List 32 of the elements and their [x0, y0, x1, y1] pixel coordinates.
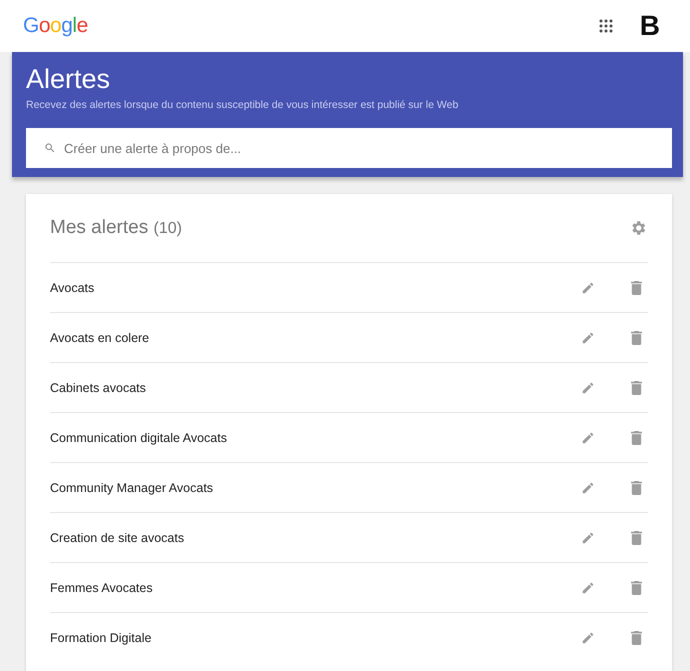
trash-icon[interactable] [631, 580, 642, 594]
alert-name[interactable]: Communication digitale Avocats [50, 430, 545, 444]
edit-pencil-icon[interactable] [581, 580, 595, 594]
trash-icon[interactable] [631, 330, 642, 344]
section-title: Mes alertes [50, 217, 148, 238]
account-avatar[interactable]: B [640, 12, 660, 40]
google-logo[interactable]: Google [23, 14, 88, 38]
edit-pencil-icon[interactable] [581, 430, 595, 444]
page-subtitle: Recevez des alertes lorsque du contenu susceptible de vous intéresser est publié sur le Web [26, 99, 460, 111]
edit-pencil-icon[interactable] [581, 480, 595, 494]
alert-name[interactable]: Cabinets avocats [50, 380, 545, 394]
search-field[interactable]: Créer une alerte à propos de... [26, 128, 672, 168]
apps-grid-icon[interactable] [598, 19, 613, 33]
alert-name[interactable]: Formation Digitale [50, 630, 545, 644]
trash-icon[interactable] [631, 430, 642, 444]
page-title: Alertes [26, 63, 112, 95]
edit-pencil-icon[interactable] [581, 530, 595, 544]
edit-pencil-icon[interactable] [581, 380, 595, 394]
alert-name[interactable]: Avocats [50, 280, 545, 294]
edit-pencil-icon[interactable] [581, 630, 595, 644]
alert-count: (10) [153, 220, 182, 237]
alert-name[interactable]: Avocats en colere [50, 330, 545, 344]
trash-icon[interactable] [631, 530, 642, 544]
trash-icon[interactable] [631, 380, 642, 394]
alert-name[interactable]: Creation de site avocats [50, 530, 545, 544]
alert-name[interactable]: Community Manager Avocats [50, 480, 545, 494]
trash-icon[interactable] [631, 280, 642, 294]
alert-name[interactable]: Femmes Avocates [50, 580, 545, 594]
edit-pencil-icon[interactable] [581, 280, 595, 294]
trash-icon[interactable] [631, 480, 642, 494]
edit-pencil-icon[interactable] [581, 330, 595, 344]
trash-icon[interactable] [631, 630, 642, 644]
